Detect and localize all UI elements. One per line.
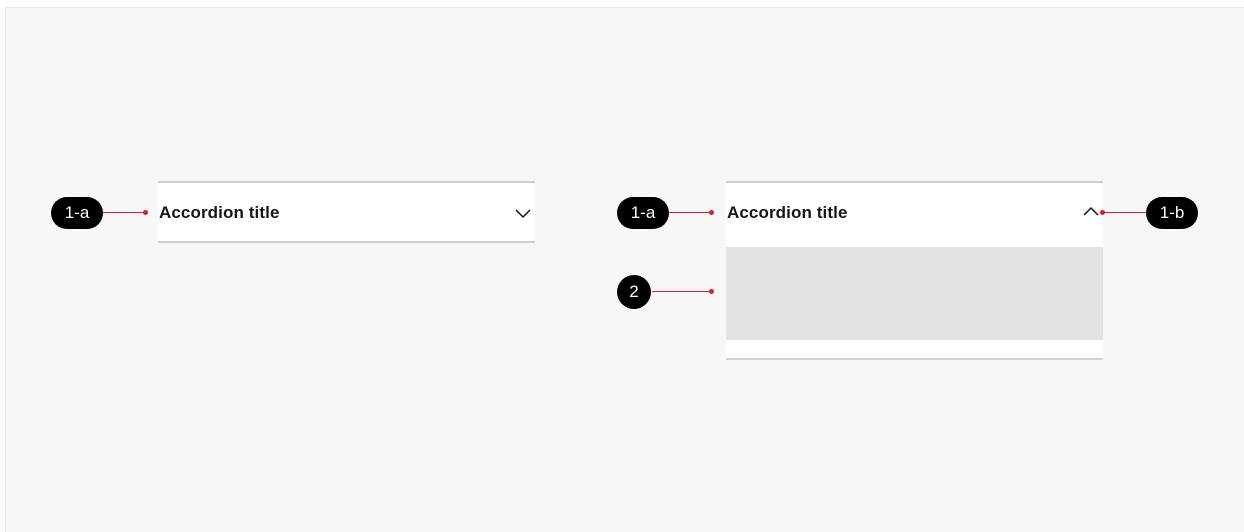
accordion-collapsed: Accordion title: [158, 181, 535, 243]
accordion-header[interactable]: Accordion title: [726, 181, 1103, 243]
accordion-title: Accordion title: [727, 203, 848, 222]
callout-badge-content: 2: [617, 275, 651, 309]
callout-badge-icon: 1-b: [1146, 197, 1198, 229]
accordion-bottom-divider: [726, 340, 1103, 360]
callout-anchor-dot: [709, 289, 714, 294]
accordion-header[interactable]: Accordion title: [158, 181, 535, 243]
chevron-down-icon[interactable]: [515, 205, 531, 221]
accordion-title: Accordion title: [159, 203, 280, 222]
chevron-up-icon[interactable]: [1083, 203, 1099, 219]
callout-anchor-dot: [1100, 210, 1105, 215]
callout-leader-line: [669, 212, 712, 213]
callout-anchor-dot: [143, 210, 148, 215]
accordion-expanded: Accordion title: [726, 181, 1103, 360]
callout-leader-line: [103, 212, 146, 213]
callout-badge-title: 1-a: [51, 197, 103, 229]
callout-leader-line: [652, 291, 712, 292]
callout-badge-title: 1-a: [617, 197, 669, 229]
accordion-content-placeholder: [726, 247, 1103, 340]
callout-leader-line: [1103, 212, 1146, 213]
callout-anchor-dot: [709, 210, 714, 215]
